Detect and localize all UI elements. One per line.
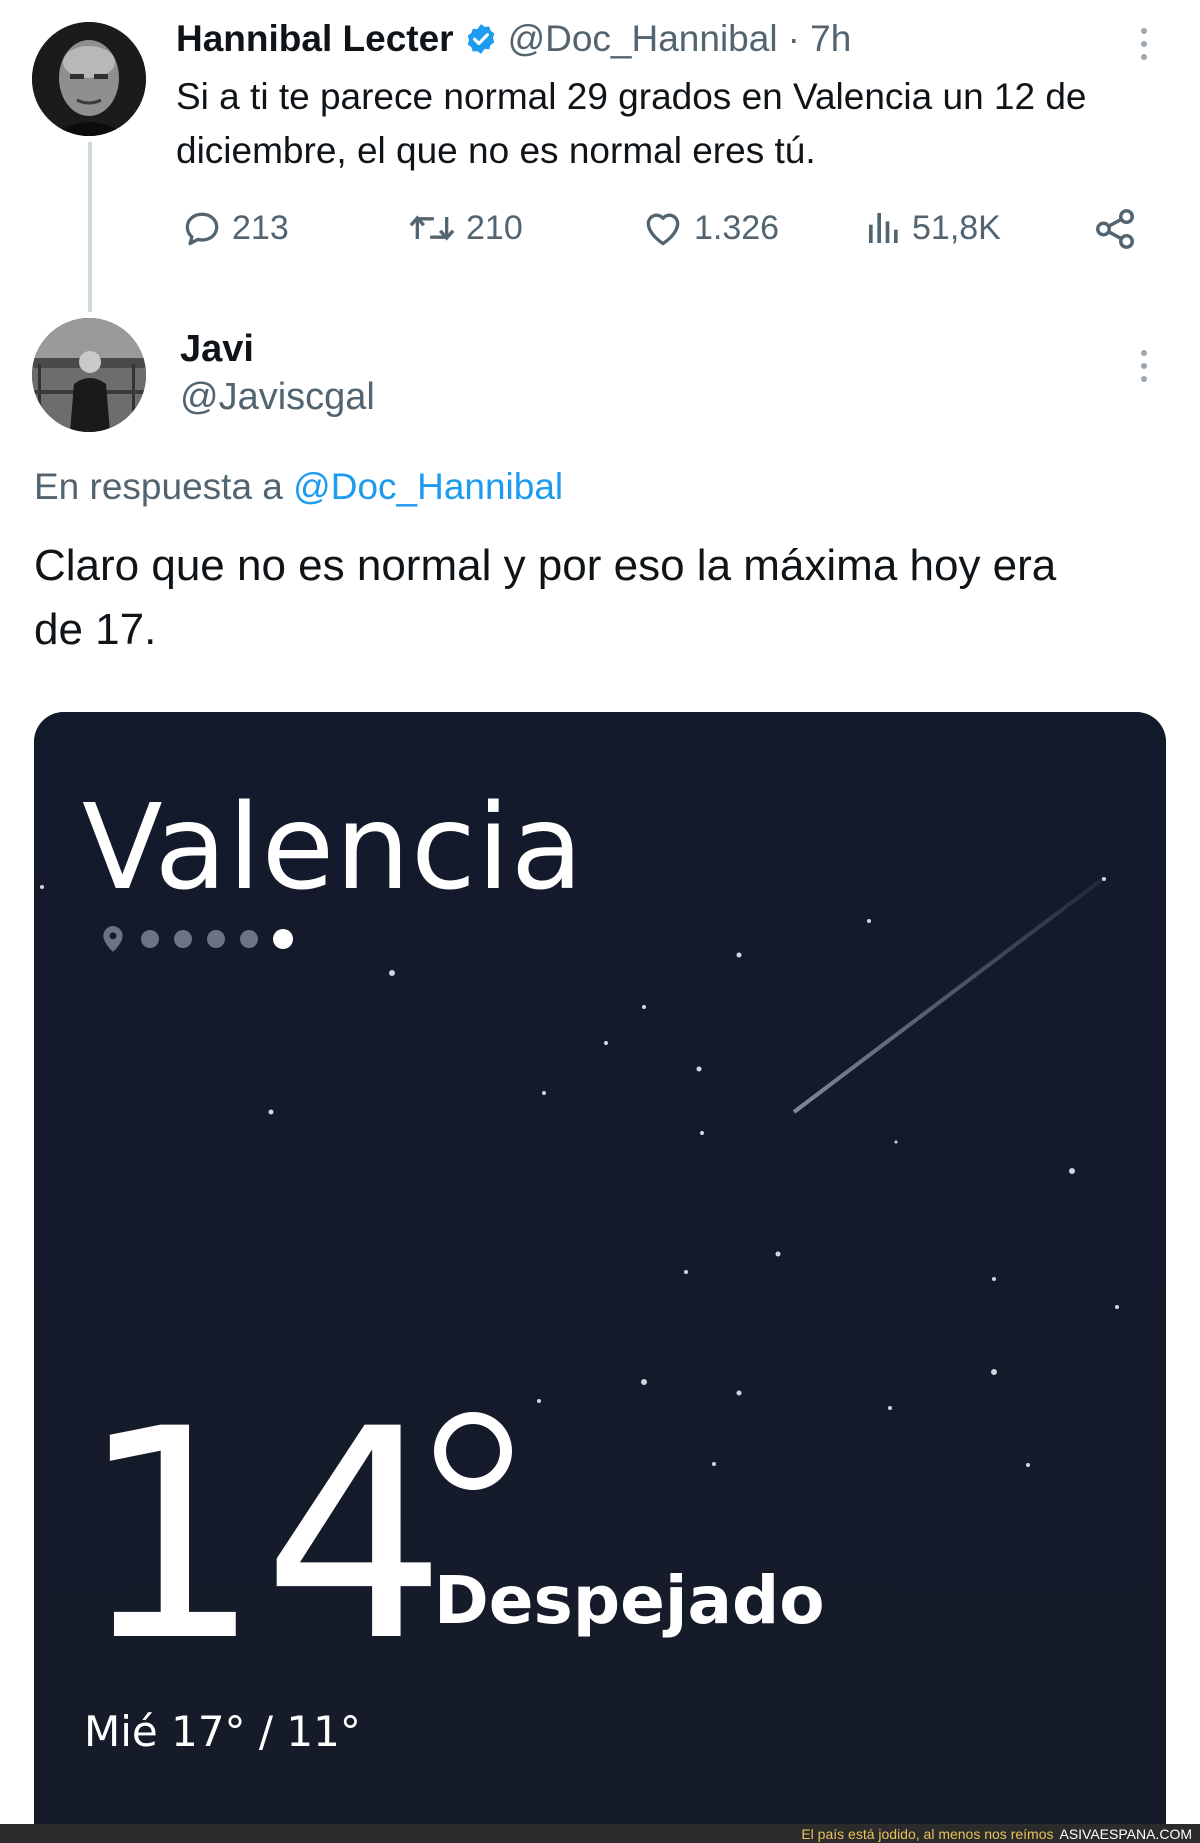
reply-mention-link[interactable]: @Doc_Hannibal: [293, 466, 563, 507]
weather-condition: Despejado: [434, 1562, 825, 1639]
retweet-action[interactable]: 210: [406, 206, 523, 250]
location-pin-icon: [103, 926, 123, 952]
reply-text-line: de 17.: [34, 605, 157, 654]
reply-text: Claro que no es normal y por eso la máxi…: [34, 534, 1174, 662]
reply-text-line: Claro que no es normal y por eso la máxi…: [34, 541, 1057, 590]
like-action[interactable]: 1.326: [640, 206, 779, 250]
location-page-indicator[interactable]: [100, 924, 293, 954]
tweet-text: Si a ti te parece normal 29 grados en Va…: [176, 70, 1176, 178]
reply-author-handle[interactable]: @Javiscgal: [180, 376, 375, 419]
views-count: 51,8K: [912, 208, 1001, 247]
author-handle[interactable]: @Doc_Hannibal: [508, 18, 778, 60]
share-icon[interactable]: [1092, 206, 1138, 257]
author-avatar[interactable]: [32, 22, 146, 136]
watermark-footer: El país está jodido, al menos nos reímos…: [0, 1824, 1200, 1843]
views-action[interactable]: 51,8K: [864, 206, 1001, 250]
thread-connector: [88, 142, 92, 312]
weather-city: Valencia: [82, 778, 585, 916]
reply-icon: [185, 212, 219, 246]
tweet-more-options-icon[interactable]: [1139, 28, 1149, 60]
like-count: 1.326: [694, 208, 780, 247]
reply-context: En respuesta a @Doc_Hannibal: [34, 466, 563, 508]
page-dot: [240, 930, 258, 948]
reply-author-name[interactable]: Javi: [180, 328, 254, 371]
degree-symbol-icon: [434, 1412, 512, 1490]
page-dot: [207, 930, 225, 948]
page-dot-active: [273, 929, 293, 949]
tweet-text-line: Si a ti te parece normal 29 grados en Va…: [176, 76, 1087, 117]
watermark-caption: El país está jodido, al menos nos reímos: [801, 1825, 1054, 1842]
retweet-icon: [409, 215, 455, 241]
verified-badge-icon: [464, 22, 498, 56]
retweet-count: 210: [466, 208, 523, 247]
portrait-icon: [32, 22, 146, 136]
views-chart-icon: [869, 213, 898, 243]
author-name[interactable]: Hannibal Lecter: [176, 18, 454, 60]
reply-context-label: En respuesta a: [34, 466, 283, 507]
reply-author-avatar[interactable]: [32, 318, 146, 432]
page-dot: [141, 930, 159, 948]
watermark-site: ASIVAESPANA.COM: [1059, 1825, 1192, 1842]
tweet-header: Hannibal Lecter @Doc_Hannibal · 7h: [176, 18, 851, 60]
day-min-max: Mié 17° / 11°: [84, 1707, 361, 1756]
tweet-text-line: diciembre, el que no es normal eres tú.: [176, 130, 816, 171]
tweet-time[interactable]: · 7h: [788, 18, 852, 60]
portrait-icon: [32, 318, 146, 432]
reply-more-options-icon[interactable]: [1139, 350, 1149, 382]
reply-action[interactable]: 213: [180, 206, 289, 250]
weather-screenshot-card[interactable]: Valencia 14 Despejado Mié 17° / 11°: [34, 712, 1166, 1843]
reply-count: 213: [232, 208, 289, 247]
current-temperature: 14: [78, 1368, 448, 1705]
page-dot: [174, 930, 192, 948]
heart-icon: [646, 213, 680, 246]
